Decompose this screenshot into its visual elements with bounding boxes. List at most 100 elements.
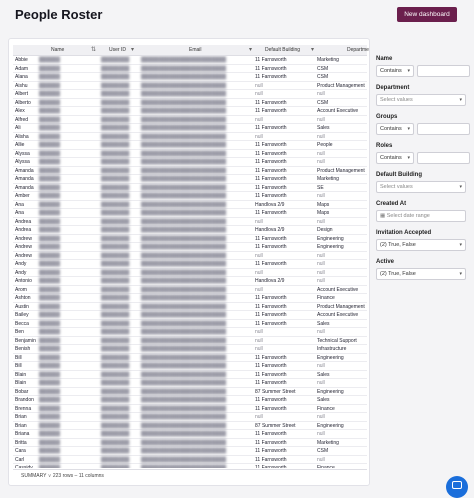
table-row[interactable]: Brandon ██████ ████████ ███████████████████… [13, 396, 367, 405]
table-row[interactable]: Amber ██████ ████████ █████████████████████… [13, 192, 367, 201]
table-row[interactable]: Becca ██████ ████████ █████████████████████… [13, 320, 367, 328]
filter-value-input[interactable] [417, 123, 470, 135]
table-row[interactable]: Bill ██████ ████████ ██████████████████████… [13, 362, 367, 371]
col-header-department[interactable]: Departme [347, 47, 369, 53]
values-select[interactable]: (2) True, False ▾ [376, 239, 466, 251]
col-header-name[interactable]: Name [51, 47, 64, 53]
date-range-picker[interactable]: ▦ Select date range [376, 210, 466, 222]
table-row[interactable]: Brian ██████ ████████ █████████████████████… [13, 413, 367, 422]
table-row[interactable]: Antonio ██████ ████████ ███████████████████… [13, 277, 367, 286]
sort-icon[interactable]: ⇅ [91, 46, 96, 53]
table-row[interactable]: Ana ██████ ████████ ███████████████████████… [13, 209, 367, 218]
table-row[interactable]: Alfred ██████ ████████ ████████████████████… [13, 116, 367, 124]
table-row[interactable]: Andrea ██████ ████████ ████████████████████… [13, 218, 367, 226]
table-row[interactable]: Briana ██████ ████████ ████████████████████… [13, 430, 367, 439]
table-row[interactable]: Cassidy ██████ ████████ ███████████████████… [13, 464, 367, 468]
chevron-down-icon: ▾ [407, 68, 410, 74]
table-row[interactable]: Alisha ██████ ████████ ████████████████████… [13, 133, 367, 141]
values-select[interactable]: Select values ▾ [376, 94, 466, 106]
cell-department: Technical Support [317, 337, 357, 344]
table-row[interactable]: Ali ██████ ████████ ███████████████████████… [13, 124, 367, 133]
table-row[interactable]: Alex ██████ ████████ ██████████████████████… [13, 107, 367, 116]
table-row[interactable]: Alyssa ██████ ████████ ████████████████████… [13, 150, 367, 158]
operator-select[interactable]: Contains ▾ [376, 65, 414, 77]
chevron-down-icon: ▾ [459, 242, 462, 248]
table-row[interactable]: Andrew ██████ ████████ ████████████████████… [13, 235, 367, 243]
cell-building: null [255, 91, 263, 97]
table-row[interactable]: Brian ██████ ████████ █████████████████████… [13, 422, 367, 430]
cell-building: 11 Farnsworth [255, 380, 287, 386]
table-row[interactable]: Ben ██████ ████████ ███████████████████████… [13, 328, 367, 337]
table-row[interactable]: Andrew ██████ ████████ ████████████████████… [13, 243, 367, 252]
table-row[interactable]: Bailey ██████ ████████ ████████████████████… [13, 311, 367, 320]
cell-department: Finance [317, 295, 335, 301]
table-row[interactable]: Cara ██████ ████████ ██████████████████████… [13, 447, 367, 456]
new-dashboard-button[interactable]: New dashboard [397, 7, 457, 22]
table-row[interactable]: Bill ██████ ████████ ██████████████████████… [13, 354, 367, 362]
values-select[interactable]: Select values ▾ [376, 181, 466, 193]
table-row[interactable]: Ashton ██████ ████████ ████████████████████… [13, 294, 367, 303]
table-row[interactable]: Allie ██████ ████████ █████████████████████… [13, 141, 367, 150]
table-row[interactable]: Arom ██████ ████████ ██████████████████████… [13, 286, 367, 294]
cell-department: null [317, 269, 325, 276]
chat-button[interactable] [446, 476, 468, 498]
cell-department: Product Management [317, 167, 365, 174]
table-row[interactable]: Blain ██████ ████████ █████████████████████… [13, 371, 367, 379]
table-row[interactable]: Amanda ██████ ████████ ████████████████████… [13, 167, 367, 175]
cell-department: null [317, 380, 325, 386]
col-header-default-building[interactable]: Default Building [265, 47, 300, 53]
cell-department: null [317, 431, 325, 437]
summary-label: SUMMARY [21, 473, 47, 479]
operator-select[interactable]: Contains ▾ [376, 152, 414, 164]
operator-select[interactable]: Contains ▾ [376, 123, 414, 135]
cell-department: null [317, 193, 325, 199]
cell-building: 11 Farnsworth [255, 448, 287, 454]
table-row[interactable]: Brenna ██████ ████████ ████████████████████… [13, 405, 367, 413]
table-row[interactable]: Benjamin ██████ ████████ ██████████████████… [13, 337, 367, 345]
col-header-user-id[interactable]: User ID [109, 47, 126, 53]
cell-department: CSM [317, 74, 329, 80]
table-row[interactable]: Alberto ██████ ████████ ███████████████████… [13, 99, 367, 107]
filter-created-at: Created At ▦ Select date range [376, 201, 470, 222]
cell-department: CSM [317, 99, 329, 106]
table-row[interactable]: Benish ██████ ████████ ████████████████████… [13, 345, 367, 354]
cell-building: null [255, 414, 263, 420]
cell-building: 11 Farnsworth [255, 244, 287, 250]
chevron-down-icon[interactable]: ▾ [311, 46, 314, 53]
cell-building: 11 Farnsworth [255, 320, 287, 327]
page-title: People Roster [15, 7, 103, 22]
table-row[interactable]: Andrea ██████ ████████ ████████████████████… [13, 226, 367, 235]
table-row[interactable]: Blain ██████ ████████ █████████████████████… [13, 379, 367, 388]
table-row[interactable]: Amanda ██████ ████████ ████████████████████… [13, 184, 367, 192]
table-row[interactable]: Andy ██████ ████████ ██████████████████████… [13, 269, 367, 277]
filter-value-input[interactable] [417, 65, 470, 77]
table-row[interactable]: Adam ██████ ████████ ██████████████████████… [13, 65, 367, 73]
chevron-down-icon[interactable]: ▾ [131, 46, 134, 53]
table-row[interactable]: Bobar ██████ ████████ █████████████████████… [13, 388, 367, 396]
cell-department: Engineering [317, 244, 344, 250]
filter-roles: Roles Contains ▾ [376, 143, 470, 164]
table-row[interactable]: Austin ██████ ████████ ████████████████████… [13, 303, 367, 311]
values-select[interactable]: (2) True, False ▾ [376, 268, 466, 280]
table-row[interactable]: Ana ██████ ████████ ███████████████████████… [13, 201, 367, 209]
cell-building: 11 Farnsworth [255, 363, 287, 369]
cell-department: CSM [317, 448, 329, 454]
table-row[interactable]: Carl ██████ ████████ ██████████████████████… [13, 456, 367, 464]
table-row[interactable]: Andrew ██████ ████████ ████████████████████… [13, 252, 367, 260]
col-header-email[interactable]: Email [189, 47, 202, 53]
table-row[interactable]: Alana ██████ ████████ █████████████████████… [13, 73, 367, 82]
chevron-down-icon: ▾ [459, 184, 462, 190]
table-row[interactable]: Alyssa ██████ ████████ ████████████████████… [13, 158, 367, 167]
table-row[interactable]: Abbie ██████ ████████ █████████████████████… [13, 56, 367, 65]
table-row[interactable]: Aishu ██████ ████████ █████████████████████… [13, 82, 367, 90]
table-row[interactable]: Albert ██████ ████████ ████████████████████… [13, 90, 367, 99]
chevron-down-icon[interactable]: ▾ [249, 46, 252, 53]
table-row[interactable]: Amanda ██████ ████████ ████████████████████… [13, 175, 367, 184]
summary-text: 223 rows – 11 columns [52, 473, 104, 479]
cell-building: Handlova 2/9 [255, 278, 285, 284]
table-row[interactable]: Andy ██████ ████████ ██████████████████████… [13, 260, 367, 269]
cell-department: null [317, 252, 325, 259]
table-row[interactable]: Britta ██████ ████████ ████████████████████… [13, 439, 367, 447]
filter-value-input[interactable] [417, 152, 470, 164]
filter-label: Name [376, 56, 393, 62]
